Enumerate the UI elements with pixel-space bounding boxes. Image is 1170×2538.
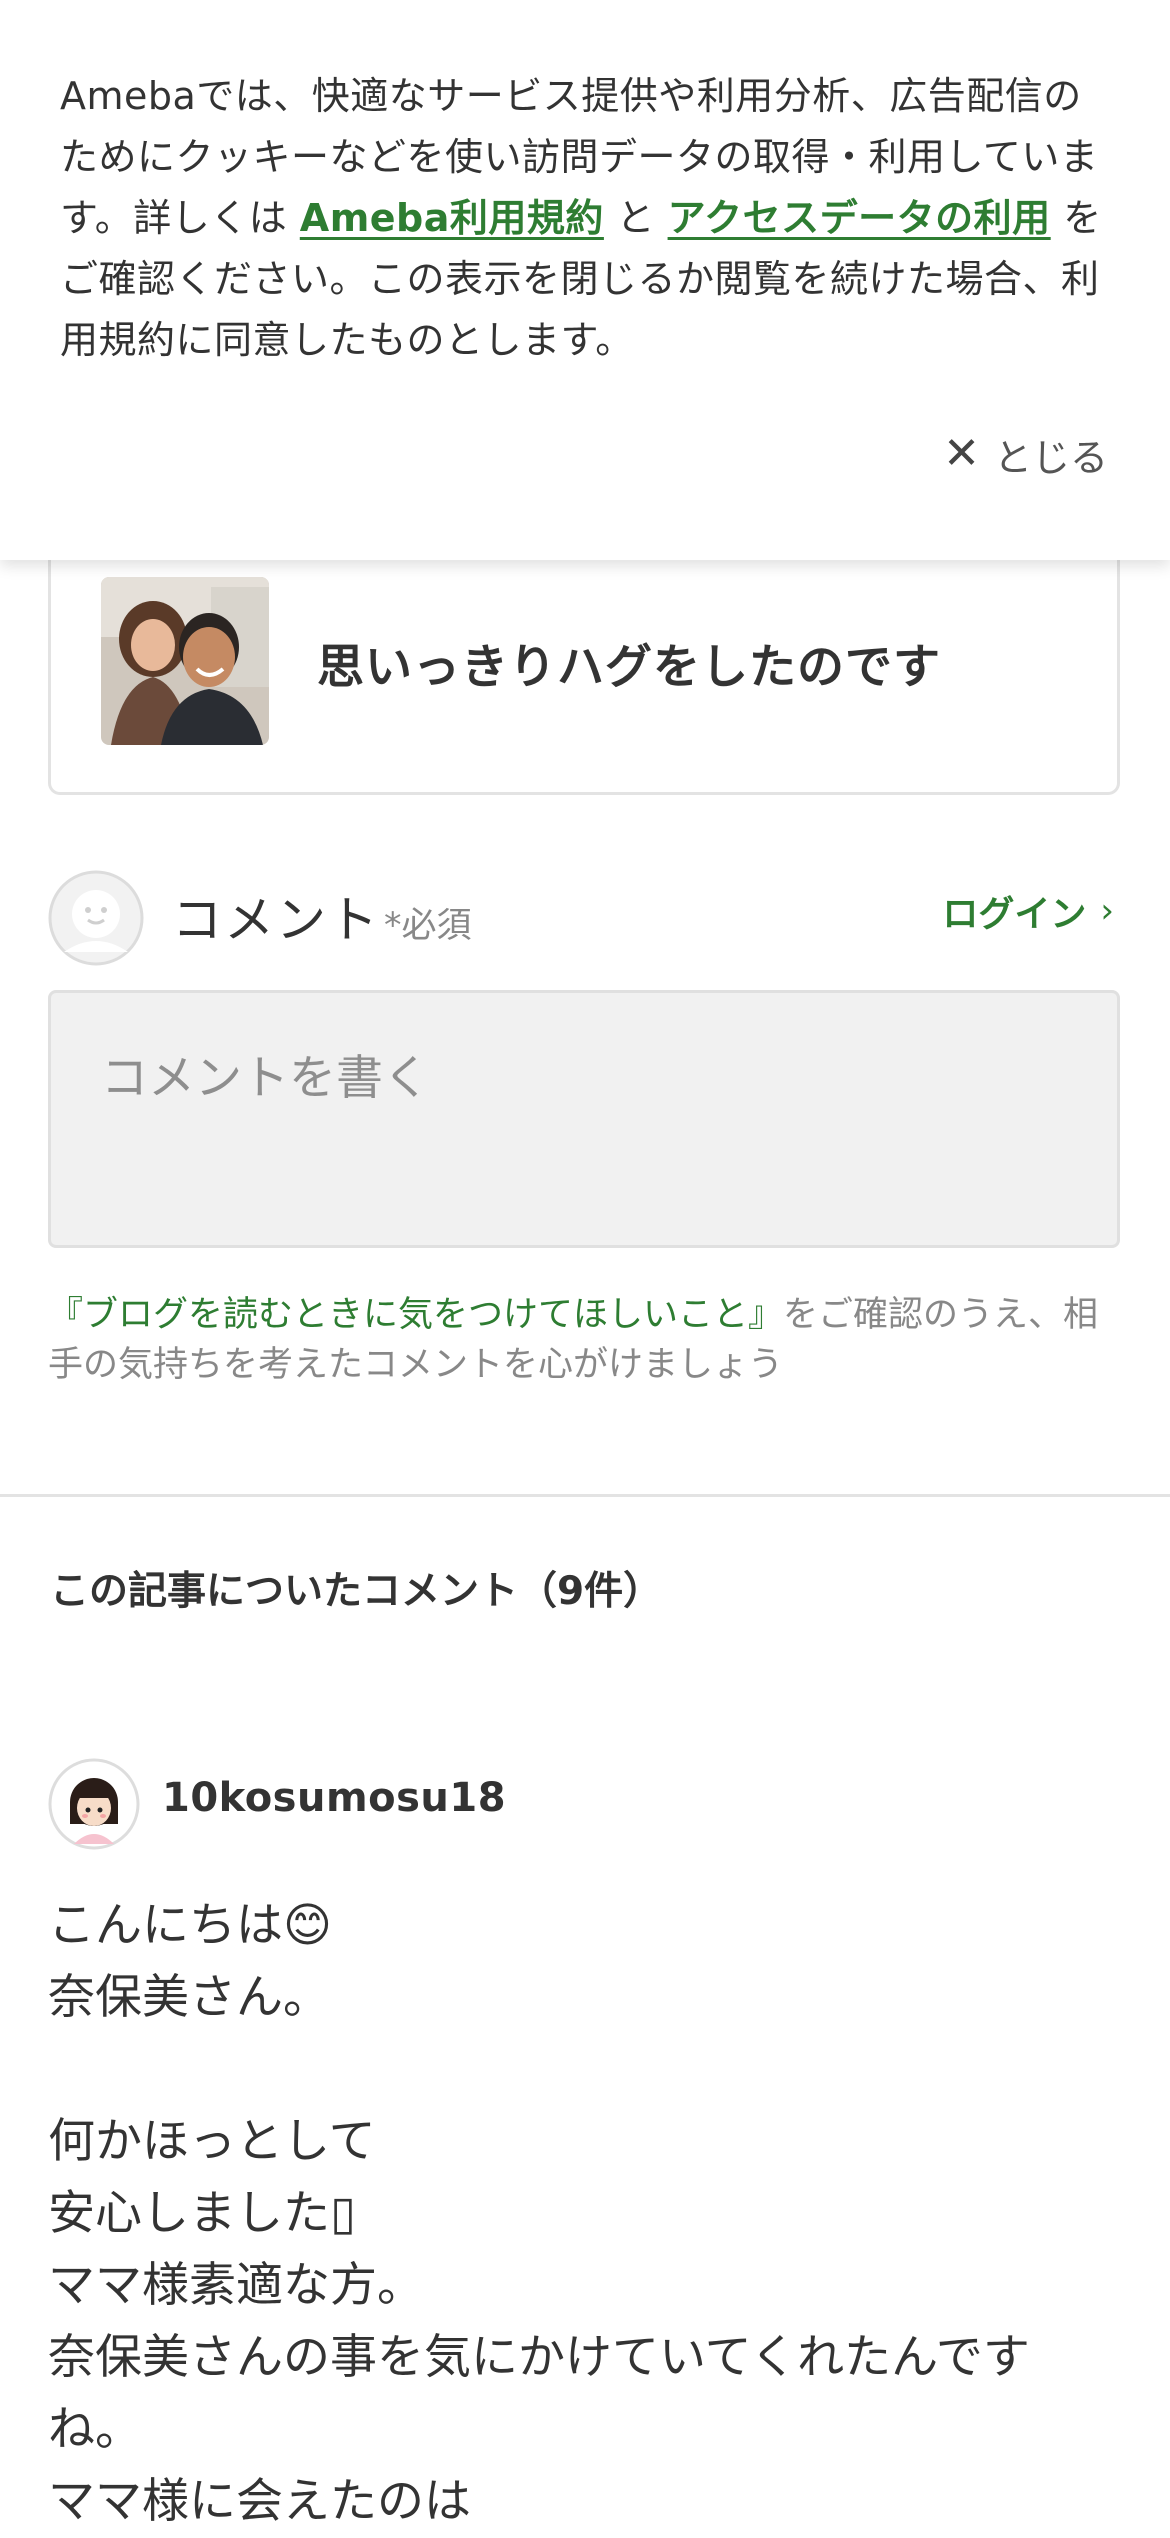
comment-line: 安心しました▯ (48, 2186, 356, 2241)
comment-line: ママ様に会えたのは (48, 2474, 471, 2529)
cookie-consent-text: Amebaでは、快適なサービス提供や利用分析、広告配信のためにクッキーなどを使い… (60, 66, 1115, 371)
section-divider (0, 1494, 1170, 1497)
login-label: ログイン (942, 894, 1087, 935)
commenter-username[interactable]: 10kosumosu18 (162, 1775, 506, 1821)
login-link[interactable]: ログイン › (942, 885, 1114, 937)
comment-input[interactable] (48, 990, 1120, 1248)
comments-heading: この記事についたコメント（9件） (50, 1569, 663, 1614)
related-article-card[interactable]: 思いっきりハグをしたのです (48, 520, 1120, 795)
comment-body: こんにちは😊 奈保美さん。 何かほっとして 安心しました▯ ママ様素適な方。 奈… (48, 1890, 1118, 2538)
comment-line: こんにちは😊 (48, 1898, 332, 1953)
cookie-text-middle: と (603, 196, 668, 240)
article-thumbnail (101, 577, 269, 745)
article-title: 思いっきりハグをしたのです (317, 640, 941, 695)
comment-line: ママ様素適な方。 (48, 2258, 424, 2313)
default-avatar-icon (48, 870, 144, 966)
guideline-link[interactable]: 『ブログを読むときに気をつけてほしいこと』 (48, 1295, 783, 1335)
close-banner-button[interactable]: ✕ とじる (943, 424, 1108, 484)
access-data-link[interactable]: アクセスデータの利用 (668, 196, 1051, 240)
comment-line (48, 2034, 1118, 2106)
commenter-avatar[interactable] (48, 1758, 140, 1850)
comment-line: 奈保美さん。 (48, 1970, 330, 2025)
close-label: とじる (993, 435, 1108, 480)
comment-line: 奈保美さんの事を気にかけていてくれたんです (48, 2330, 1030, 2385)
required-label: *必須 (384, 906, 472, 946)
cookie-consent-banner: Amebaでは、快適なサービス提供や利用分析、広告配信のためにクッキーなどを使い… (0, 0, 1170, 560)
close-icon: ✕ (943, 428, 980, 479)
comment-guideline-note: 『ブログを読むときに気をつけてほしいこと』をご確認のうえ、相手の気持ちを考えたコ… (48, 1290, 1120, 1390)
terms-link[interactable]: Ameba利用規約 (300, 196, 604, 240)
comment-line: ね。 (48, 2402, 142, 2457)
comment-form-title: コメント (172, 891, 380, 949)
chevron-right-icon: › (1100, 891, 1114, 931)
comment-line: 何かほっとして (48, 2114, 376, 2169)
